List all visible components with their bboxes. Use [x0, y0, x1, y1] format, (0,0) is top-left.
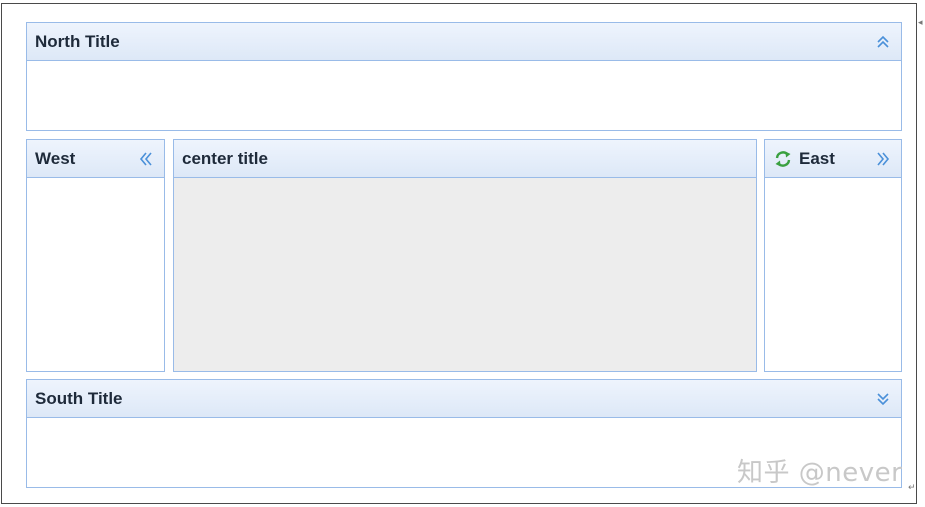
anchor-mark: ◂: [918, 18, 923, 28]
center-panel-header: center title: [174, 140, 756, 178]
center-panel-body: [174, 178, 756, 371]
double-chevron-up-icon[interactable]: [875, 34, 891, 50]
east-panel-title: East: [799, 149, 835, 168]
watermark-text: 知乎 @never: [737, 458, 903, 488]
north-panel-title: North Title: [35, 32, 120, 51]
double-chevron-left-icon[interactable]: [138, 151, 154, 167]
north-panel-body: [27, 61, 901, 130]
center-panel: center title: [173, 139, 757, 372]
north-panel-header: North Title: [27, 23, 901, 61]
refresh-icon[interactable]: [773, 149, 793, 169]
return-mark: ↵: [908, 483, 916, 493]
north-panel: North Title: [26, 22, 902, 131]
west-panel-header: West: [27, 140, 164, 178]
east-panel-header: East: [765, 140, 901, 178]
south-panel-title: South Title: [35, 389, 123, 408]
center-panel-title: center title: [182, 149, 268, 168]
west-panel-body: [27, 178, 164, 371]
double-chevron-right-icon[interactable]: [875, 151, 891, 167]
east-panel-body: [765, 178, 901, 371]
south-panel-header: South Title: [27, 380, 901, 418]
west-panel-title: West: [35, 149, 76, 168]
east-panel: East: [764, 139, 902, 372]
west-panel: West: [26, 139, 165, 372]
double-chevron-down-icon[interactable]: [875, 391, 891, 407]
